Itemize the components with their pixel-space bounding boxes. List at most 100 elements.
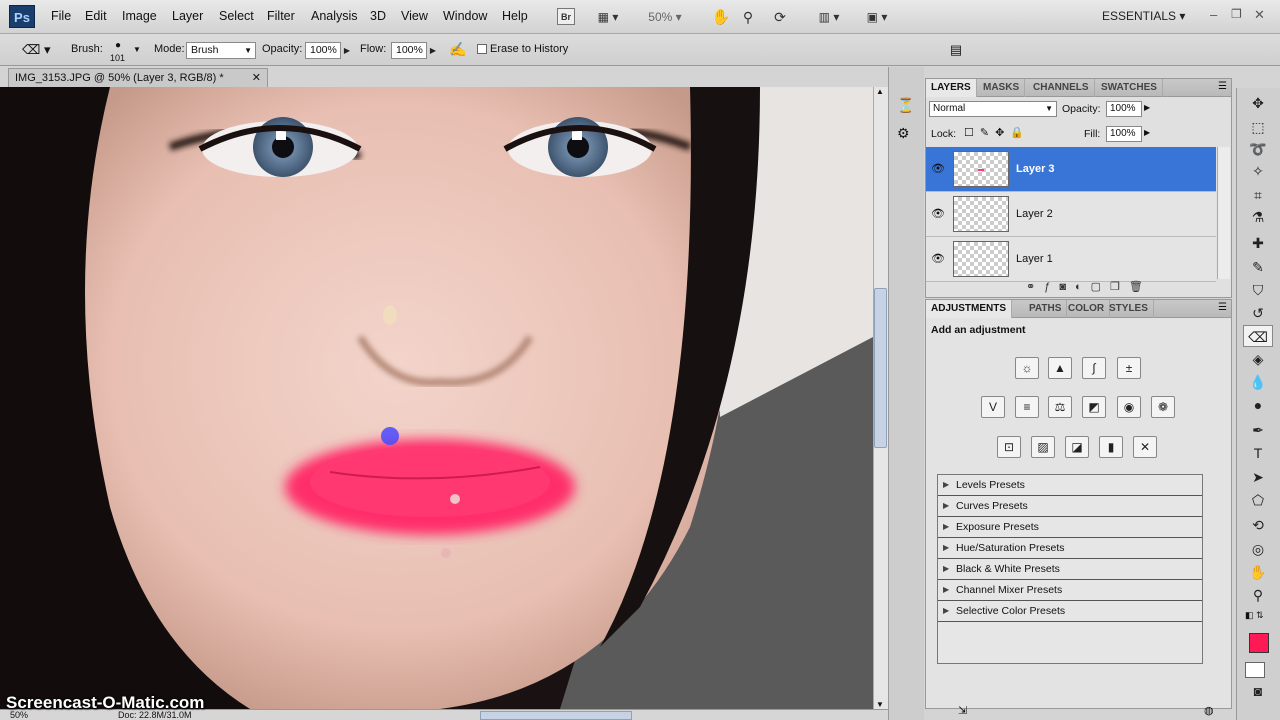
preset-channel-mixer[interactable]: ▶ Channel Mixer Presets <box>938 580 1202 601</box>
eye-icon[interactable]: 👁 <box>931 252 945 266</box>
healing-tool-icon[interactable]: ✚ <box>1243 232 1273 254</box>
flow-arrow-icon[interactable]: ▶ <box>427 42 439 59</box>
layer-opacity-arrow-icon[interactable]: ▶ <box>1144 103 1150 112</box>
rotate-view-icon[interactable]: ⟳ <box>771 6 789 28</box>
hand-tool-icon[interactable]: ✋ <box>1243 561 1273 583</box>
image-canvas[interactable] <box>0 87 873 709</box>
opacity-arrow-icon[interactable]: ▶ <box>341 42 353 59</box>
menu-filter[interactable]: Filter <box>267 9 295 23</box>
eye-icon[interactable]: 👁 <box>931 162 945 176</box>
layer-opacity-field[interactable]: 100% <box>1106 101 1142 117</box>
3d-rotate-tool-icon[interactable]: ⟲ <box>1243 514 1273 536</box>
menu-help[interactable]: Help <box>502 9 528 23</box>
history-icon[interactable]: ⏳ <box>897 97 914 114</box>
menu-3d[interactable]: 3D <box>370 9 386 23</box>
flow-field[interactable]: 100% <box>391 42 427 59</box>
zoom-tool-icon[interactable]: ⚲ <box>739 6 757 28</box>
tab-adjustments[interactable]: ADJUSTMENTS <box>926 300 1013 318</box>
dodge-tool-icon[interactable]: ● <box>1243 394 1273 416</box>
panel-menu-icon[interactable]: ▤ <box>946 40 966 60</box>
mode-select[interactable]: Brush ▼ <box>186 42 256 59</box>
blur-tool-icon[interactable]: 💧 <box>1243 371 1273 393</box>
tab-paths[interactable]: PATHS <box>1024 300 1068 318</box>
view-extras-icon[interactable]: ▦ ▾ <box>591 6 625 28</box>
preset-levels[interactable]: ▶ Levels Presets <box>938 475 1202 496</box>
eyedropper-tool-icon[interactable]: ⚗ <box>1243 206 1273 228</box>
layer-row-layer1[interactable]: 👁 Layer 1 <box>926 237 1216 282</box>
blend-mode-select[interactable]: Normal ▼ <box>929 101 1057 117</box>
tab-swatches[interactable]: SWATCHES <box>1096 79 1163 97</box>
gradient-map-icon[interactable]: ▮ <box>1099 436 1123 458</box>
invert-icon[interactable]: ⊡ <box>997 436 1021 458</box>
exposure-icon[interactable]: ± <box>1117 357 1141 379</box>
minimize-button[interactable]: – <box>1210 7 1217 22</box>
default-colors-icon[interactable]: ◧ ⇅ <box>1245 610 1264 621</box>
horizontal-scroll-thumb[interactable] <box>480 711 632 720</box>
levels-icon[interactable]: ▲ <box>1048 357 1072 379</box>
history-brush-tool-icon[interactable]: ↺ <box>1243 302 1273 324</box>
quick-mask-icon[interactable]: ◙ <box>1243 680 1273 702</box>
hue-saturation-icon[interactable]: ≡ <box>1015 396 1039 418</box>
clip-layer-icon[interactable]: ◍ <box>1204 704 1214 717</box>
preset-curves[interactable]: ▶ Curves Presets <box>938 496 1202 517</box>
menu-layer[interactable]: Layer <box>172 9 203 23</box>
scroll-up-icon[interactable]: ▲ <box>876 87 884 96</box>
tab-layers[interactable]: LAYERS <box>926 79 977 97</box>
crop-tool-icon[interactable]: ⌗ <box>1243 184 1273 206</box>
3d-orbit-tool-icon[interactable]: ◎ <box>1243 538 1273 560</box>
brightness-icon[interactable]: ☼ <box>1015 357 1039 379</box>
menu-analysis[interactable]: Analysis <box>311 9 358 23</box>
bridge-button[interactable]: Br <box>557 8 575 25</box>
menu-edit[interactable]: Edit <box>85 9 107 23</box>
zoom-level[interactable]: 50% ▾ <box>640 6 690 28</box>
vibrance-icon[interactable]: V <box>981 396 1005 418</box>
panel-options-icon[interactable]: ☰ <box>1218 81 1227 92</box>
arrange-documents-icon[interactable]: ▥ ▾ <box>812 6 846 28</box>
type-tool-icon[interactable]: T <box>1243 442 1273 464</box>
menu-window[interactable]: Window <box>443 9 487 23</box>
channel-mixer-icon[interactable]: ❁ <box>1151 396 1175 418</box>
photo-filter-icon[interactable]: ◉ <box>1117 396 1141 418</box>
airbrush-icon[interactable]: ✍ <box>449 41 469 59</box>
threshold-icon[interactable]: ◪ <box>1065 436 1089 458</box>
tab-channels[interactable]: CHANNELS <box>1028 79 1095 97</box>
menu-view[interactable]: View <box>401 9 428 23</box>
brush-tool-icon[interactable]: ✎ <box>1243 256 1273 278</box>
zoom-tool-icon[interactable]: ⚲ <box>1243 584 1273 606</box>
hand-tool-icon[interactable]: ✋ <box>712 6 731 28</box>
paint-bucket-tool-icon[interactable]: ◈ <box>1243 348 1273 370</box>
layer-actions-bar[interactable]: ⚭ƒ◙◐▢❐🗑 <box>1026 280 1226 296</box>
document-tab[interactable]: IMG_3153.JPG @ 50% (Layer 3, RGB/8) * ✕ <box>8 68 268 87</box>
eye-icon[interactable]: 👁 <box>931 207 945 221</box>
scroll-down-icon[interactable]: ▼ <box>876 700 884 709</box>
tab-styles[interactable]: STYLES <box>1104 300 1154 318</box>
restore-button[interactable]: ❐ <box>1231 7 1242 21</box>
brush-picker[interactable]: ● 101 ▼ <box>106 40 142 64</box>
path-selection-tool-icon[interactable]: ➤ <box>1243 466 1273 488</box>
shape-tool-icon[interactable]: ⬠ <box>1243 489 1273 511</box>
menu-image[interactable]: Image <box>122 9 157 23</box>
background-color-swatch[interactable] <box>1245 662 1265 678</box>
scrollbar-thumb[interactable] <box>874 288 887 448</box>
preset-selective-color[interactable]: ▶ Selective Color Presets <box>938 601 1202 622</box>
eraser-preset-icon[interactable]: ⌫ ▾ <box>22 42 58 60</box>
workspace-switcher[interactable]: ESSENTIALS ▾ <box>1102 9 1185 23</box>
opacity-field[interactable]: 100% <box>305 42 341 59</box>
black-white-icon[interactable]: ◩ <box>1082 396 1106 418</box>
layer-row-layer3[interactable]: 👁 Layer 3 <box>926 147 1216 192</box>
magic-wand-tool-icon[interactable]: ✧ <box>1243 160 1273 182</box>
lock-icons[interactable]: ☐✎✥🔒 <box>964 126 1030 139</box>
marquee-tool-icon[interactable]: ⬚ <box>1243 116 1273 138</box>
move-tool-icon[interactable]: ✥ <box>1243 92 1273 114</box>
erase-history-checkbox[interactable] <box>477 44 487 54</box>
panel-options-icon[interactable]: ☰ <box>1218 302 1227 313</box>
eraser-tool-icon[interactable]: ⌫ <box>1243 325 1273 347</box>
panel-footer-icon[interactable]: ⇲ <box>958 704 967 717</box>
fill-arrow-icon[interactable]: ▶ <box>1144 128 1150 137</box>
selective-color-icon[interactable]: ✕ <box>1133 436 1157 458</box>
preset-hue-saturation[interactable]: ▶ Hue/Saturation Presets <box>938 538 1202 559</box>
actions-icon[interactable]: ⚙ <box>897 125 910 142</box>
fill-field[interactable]: 100% <box>1106 126 1142 142</box>
tab-masks[interactable]: MASKS <box>978 79 1026 97</box>
color-balance-icon[interactable]: ⚖ <box>1048 396 1072 418</box>
